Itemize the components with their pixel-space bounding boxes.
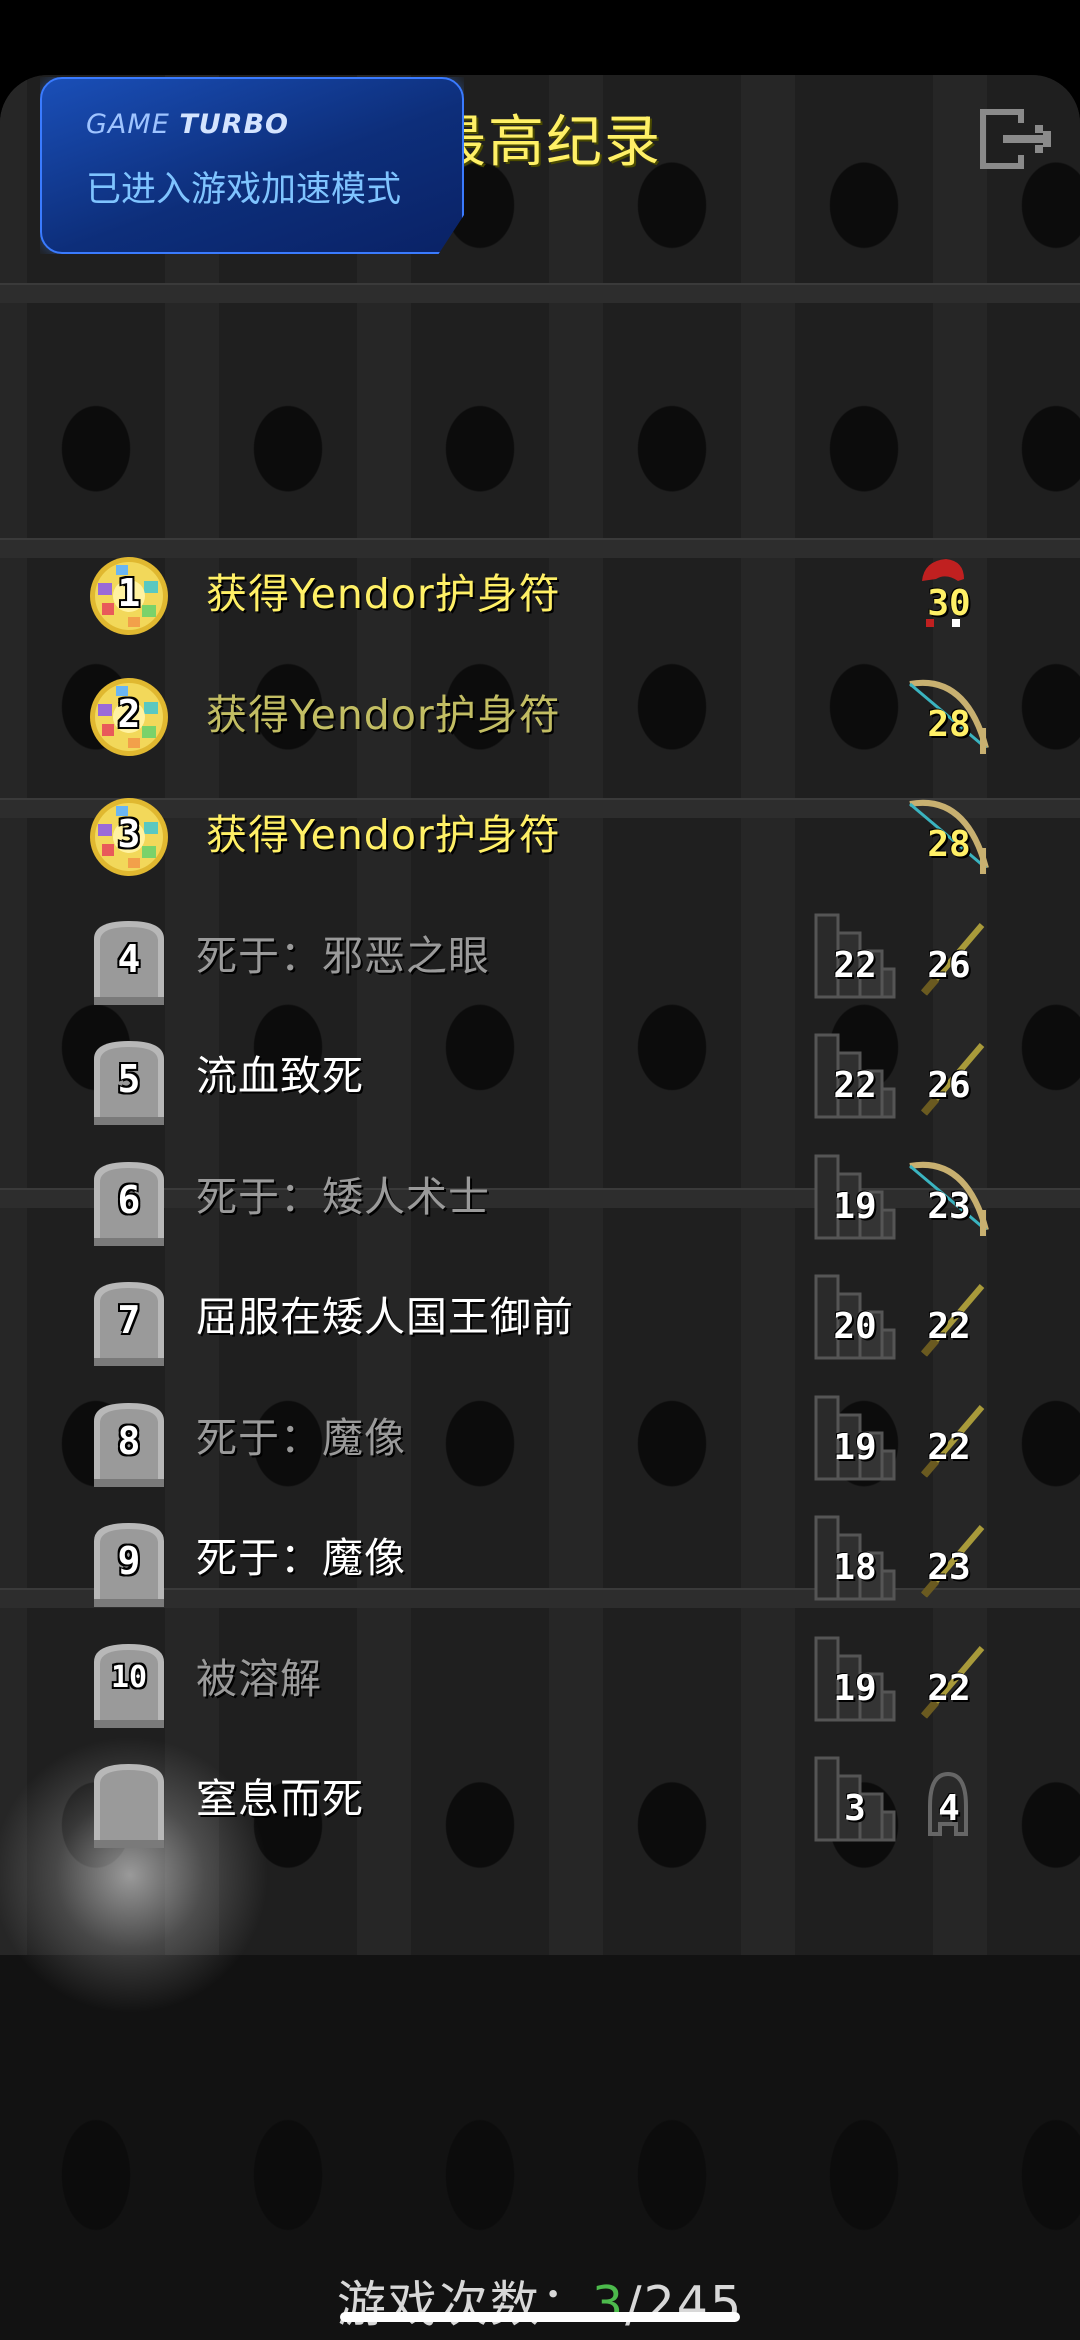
record-row[interactable]: 窒息而死 3 4 <box>0 1742 1080 1852</box>
games-count-current: 3 <box>591 2276 626 2333</box>
level-value: 22 <box>927 1306 971 1347</box>
game-turbo-toast[interactable]: GAME TURBO 已进入游戏加速模式 <box>40 77 464 254</box>
level-value: 30 <box>927 583 971 624</box>
level-stat: 23 <box>906 1513 992 1603</box>
depth-value: 22 <box>833 1065 877 1106</box>
depth-value: 22 <box>833 945 877 986</box>
games-count-total: /245 <box>625 2276 744 2333</box>
record-row[interactable]: 8 死于：魔像 19 22 <box>0 1381 1080 1491</box>
record-label: 被溶解 <box>196 1655 322 1703</box>
depth-stat: 20 <box>812 1272 898 1362</box>
level-value: 23 <box>927 1547 971 1588</box>
home-indicator[interactable] <box>340 2312 740 2322</box>
depth-stat: 19 <box>812 1152 898 1242</box>
tombstone-badge-icon: 7 <box>88 1278 170 1366</box>
level-stat: 28 <box>906 790 992 880</box>
record-label: 屈服在矮人国王御前 <box>196 1293 574 1341</box>
amulet-badge-icon: 1 <box>88 555 170 637</box>
record-label: 获得Yendor护身符 <box>206 570 561 618</box>
level-value: 23 <box>927 1186 971 1227</box>
games-count-label: 游戏次数： <box>336 2276 592 2333</box>
tombstone-badge-icon: 4 <box>88 917 170 1005</box>
rank-number: 10 <box>110 1660 148 1695</box>
record-row[interactable]: 5 流血致死 22 26 <box>0 1019 1080 1129</box>
record-label: 流血致死 <box>196 1052 364 1100</box>
level-stat: 22 <box>906 1634 992 1724</box>
amulet-badge-icon: 3 <box>88 796 170 878</box>
record-row[interactable]: 3 获得Yendor护身符 28 <box>0 778 1080 888</box>
level-stat: 4 <box>906 1754 992 1844</box>
depth-value: 19 <box>833 1427 877 1468</box>
record-row[interactable]: 9 死于：魔像 18 23 <box>0 1501 1080 1611</box>
record-row[interactable]: 2 获得Yendor护身符 28 <box>0 658 1080 768</box>
tombstone-badge-icon: 5 <box>88 1037 170 1125</box>
level-value: 22 <box>927 1427 971 1468</box>
level-value: 4 <box>938 1788 960 1829</box>
page-title: 最高纪录 <box>430 110 662 175</box>
background-shelf <box>0 283 1080 305</box>
rank-number: 9 <box>117 1539 141 1583</box>
depth-stat: 18 <box>812 1513 898 1603</box>
exit-button[interactable] <box>975 103 1065 175</box>
games-count: 游戏次数：3/245 <box>0 2265 1080 2336</box>
rank-number: 8 <box>117 1419 141 1463</box>
level-stat: 30 <box>906 549 992 639</box>
depth-stat: 3 <box>812 1754 898 1844</box>
depth-stat: 19 <box>812 1393 898 1483</box>
record-row[interactable]: 6 死于：矮人术士 19 23 <box>0 1140 1080 1250</box>
record-row[interactable]: 4 死于：邪恶之眼 22 26 <box>0 899 1080 1009</box>
rank-number: 7 <box>117 1298 141 1342</box>
depth-value: 18 <box>833 1547 877 1588</box>
level-stat: 22 <box>906 1393 992 1483</box>
game-turbo-brand-prefix: GAME <box>86 109 170 140</box>
game-turbo-message: 已进入游戏加速模式 <box>86 170 402 210</box>
record-label: 死于：矮人术士 <box>196 1173 490 1221</box>
depth-value: 19 <box>833 1186 877 1227</box>
depth-stat: 22 <box>812 911 898 1001</box>
background-arches <box>0 303 1080 538</box>
record-label: 死于：魔像 <box>196 1534 406 1582</box>
rank-number: 1 <box>117 571 141 615</box>
game-turbo-brand: GAME TURBO <box>86 109 289 140</box>
level-stat: 23 <box>906 1152 992 1242</box>
record-label: 获得Yendor护身符 <box>206 691 561 739</box>
level-value: 28 <box>927 824 971 865</box>
rank-number: 5 <box>117 1057 141 1101</box>
rankings-screen: 最高纪录 1 获得Yendor护身符 30 2 获得Yendor护身符 28 3 获得Yend… <box>0 75 1080 2340</box>
game-turbo-brand-suffix: TURBO <box>179 109 290 140</box>
rank-number: 3 <box>117 812 141 856</box>
tombstone-badge-icon: 8 <box>88 1399 170 1487</box>
tombstone-badge-icon: 10 <box>88 1640 170 1728</box>
rank-number: 6 <box>117 1178 141 1222</box>
tombstone-badge-icon: 6 <box>88 1158 170 1246</box>
level-stat: 26 <box>906 911 992 1001</box>
amulet-badge-icon: 2 <box>88 676 170 758</box>
rank-number: 2 <box>117 692 141 736</box>
background-arches-dark <box>0 2035 1080 2235</box>
level-value: 22 <box>927 1668 971 1709</box>
depth-value: 20 <box>833 1306 877 1347</box>
level-stat: 26 <box>906 1031 992 1121</box>
record-label: 窒息而死 <box>196 1775 364 1823</box>
record-label: 获得Yendor护身符 <box>206 811 561 859</box>
tombstone-badge-icon <box>88 1760 170 1848</box>
record-row[interactable]: 1 获得Yendor护身符 30 <box>0 537 1080 647</box>
depth-value: 3 <box>844 1788 866 1829</box>
depth-stat: 19 <box>812 1634 898 1724</box>
level-stat: 28 <box>906 670 992 760</box>
tombstone-badge-icon: 9 <box>88 1519 170 1607</box>
level-value: 26 <box>927 1065 971 1106</box>
record-row[interactable]: 10 被溶解 19 22 <box>0 1622 1080 1732</box>
record-row[interactable]: 7 屈服在矮人国王御前 20 22 <box>0 1260 1080 1370</box>
exit-icon <box>980 109 1051 169</box>
record-label: 死于：魔像 <box>196 1414 406 1462</box>
record-label: 死于：邪恶之眼 <box>196 932 490 980</box>
level-value: 26 <box>927 945 971 986</box>
depth-value: 19 <box>833 1668 877 1709</box>
level-stat: 22 <box>906 1272 992 1362</box>
level-value: 28 <box>927 704 971 745</box>
rank-number: 4 <box>117 937 141 981</box>
depth-stat: 22 <box>812 1031 898 1121</box>
